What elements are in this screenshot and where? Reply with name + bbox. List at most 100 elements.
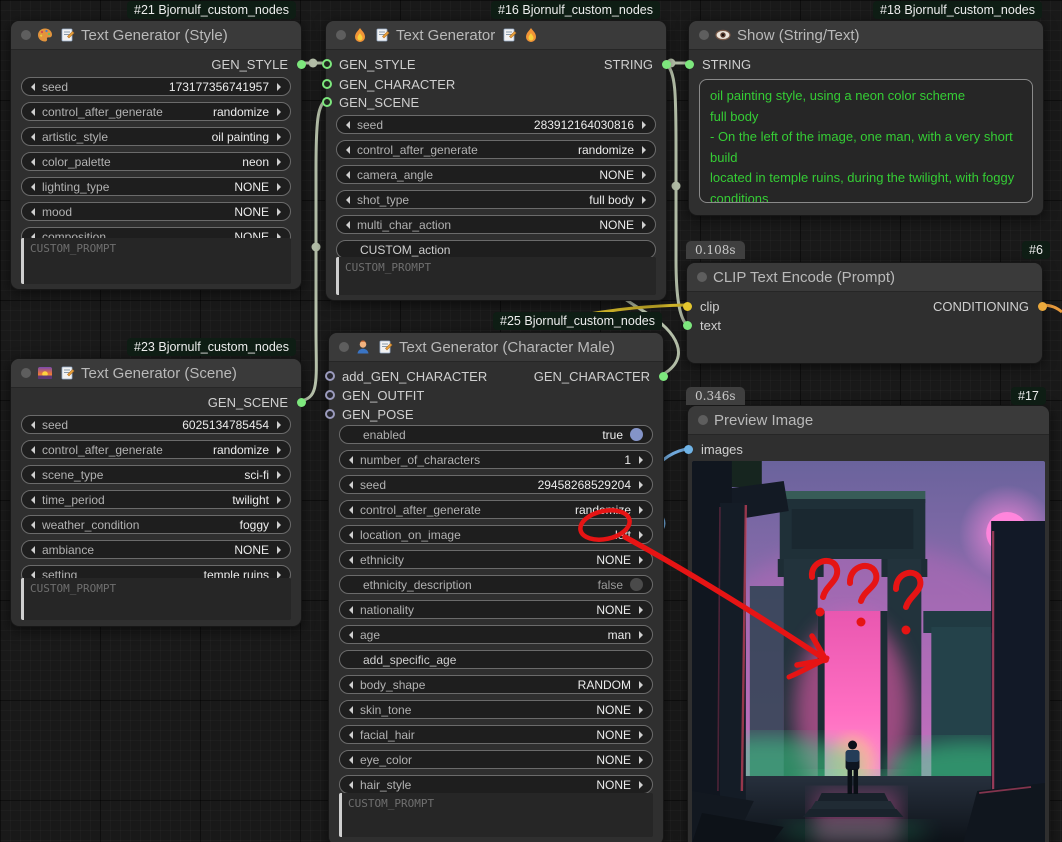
decrement-arrow-icon[interactable] bbox=[346, 121, 350, 129]
widget-multi-char-action[interactable]: multi_char_actionNONE bbox=[336, 215, 656, 234]
collapse-dot[interactable] bbox=[698, 415, 708, 425]
node-titlebar[interactable]: Text Generator (Character Male) bbox=[329, 333, 663, 362]
input-port-gen-scene[interactable] bbox=[322, 97, 332, 107]
increment-arrow-icon[interactable] bbox=[642, 121, 646, 129]
show-text-output[interactable]: oil painting style, using a neon color s… bbox=[699, 79, 1033, 203]
increment-arrow-icon[interactable] bbox=[277, 108, 281, 116]
decrement-arrow-icon[interactable] bbox=[349, 506, 353, 514]
toggle-off-icon[interactable] bbox=[630, 578, 643, 591]
node-titlebar[interactable]: Text Generator (Scene) bbox=[11, 359, 301, 388]
widget-hair-style[interactable]: hair_styleNONE bbox=[339, 775, 653, 794]
increment-arrow-icon[interactable] bbox=[277, 158, 281, 166]
widget-control-after-generate[interactable]: control_after_generaterandomize bbox=[336, 140, 656, 159]
decrement-arrow-icon[interactable] bbox=[349, 731, 353, 739]
widget-control-after-generate[interactable]: control_after_generaterandomize bbox=[21, 102, 291, 121]
widget-artistic-style[interactable]: artistic_styleoil painting bbox=[21, 127, 291, 146]
decrement-arrow-icon[interactable] bbox=[346, 196, 350, 204]
node-titlebar[interactable]: Preview Image bbox=[688, 406, 1049, 435]
widget-ethnicity-description[interactable]: ethnicity_descriptionfalse bbox=[339, 575, 653, 594]
node-titlebar[interactable]: Text Generator bbox=[326, 21, 666, 50]
decrement-arrow-icon[interactable] bbox=[346, 221, 350, 229]
output-port-gen-character[interactable] bbox=[659, 372, 668, 381]
collapse-dot[interactable] bbox=[21, 30, 31, 40]
decrement-arrow-icon[interactable] bbox=[31, 83, 35, 91]
input-port-clip[interactable] bbox=[683, 302, 692, 311]
preview-image[interactable] bbox=[692, 461, 1045, 842]
collapse-dot[interactable] bbox=[699, 30, 709, 40]
output-port-string[interactable] bbox=[662, 60, 671, 69]
widget-location-on-image[interactable]: location_on_imageleft bbox=[339, 525, 653, 544]
increment-arrow-icon[interactable] bbox=[639, 506, 643, 514]
increment-arrow-icon[interactable] bbox=[277, 496, 281, 504]
node-titlebar[interactable]: CLIP Text Encode (Prompt) bbox=[687, 263, 1042, 292]
decrement-arrow-icon[interactable] bbox=[346, 146, 350, 154]
widget-time-period[interactable]: time_periodtwilight bbox=[21, 490, 291, 509]
input-port-images[interactable] bbox=[684, 445, 693, 454]
widget-shot-type[interactable]: shot_typefull body bbox=[336, 190, 656, 209]
increment-arrow-icon[interactable] bbox=[639, 781, 643, 789]
widget-seed[interactable]: seed29458268529204 bbox=[339, 475, 653, 494]
decrement-arrow-icon[interactable] bbox=[31, 158, 35, 166]
decrement-arrow-icon[interactable] bbox=[349, 531, 353, 539]
decrement-arrow-icon[interactable] bbox=[31, 471, 35, 479]
increment-arrow-icon[interactable] bbox=[277, 421, 281, 429]
decrement-arrow-icon[interactable] bbox=[31, 546, 35, 554]
increment-arrow-icon[interactable] bbox=[277, 471, 281, 479]
widget-facial-hair[interactable]: facial_hairNONE bbox=[339, 725, 653, 744]
increment-arrow-icon[interactable] bbox=[277, 83, 281, 91]
increment-arrow-icon[interactable] bbox=[639, 606, 643, 614]
increment-arrow-icon[interactable] bbox=[277, 446, 281, 454]
increment-arrow-icon[interactable] bbox=[277, 546, 281, 554]
decrement-arrow-icon[interactable] bbox=[31, 208, 35, 216]
node-preview-image[interactable]: Preview Image images bbox=[687, 405, 1050, 842]
widget-mood[interactable]: moodNONE bbox=[21, 202, 291, 221]
widget-skin-tone[interactable]: skin_toneNONE bbox=[339, 700, 653, 719]
widget-seed[interactable]: seed6025134785454 bbox=[21, 415, 291, 434]
custom-prompt-textarea[interactable]: CUSTOM_PROMPT bbox=[339, 793, 653, 837]
widget-control-after-generate[interactable]: control_after_generaterandomize bbox=[21, 440, 291, 459]
node-show-string-text[interactable]: Show (String/Text) STRING oil painting s… bbox=[688, 20, 1044, 216]
increment-arrow-icon[interactable] bbox=[639, 731, 643, 739]
increment-arrow-icon[interactable] bbox=[642, 146, 646, 154]
input-port-gen-pose[interactable] bbox=[325, 409, 335, 419]
decrement-arrow-icon[interactable] bbox=[349, 781, 353, 789]
output-port-gen-scene[interactable] bbox=[297, 398, 306, 407]
decrement-arrow-icon[interactable] bbox=[349, 556, 353, 564]
widget-seed[interactable]: seed283912164030816 bbox=[336, 115, 656, 134]
input-port-gen-style[interactable] bbox=[322, 59, 332, 69]
widget-weather-condition[interactable]: weather_conditionfoggy bbox=[21, 515, 291, 534]
decrement-arrow-icon[interactable] bbox=[349, 481, 353, 489]
increment-arrow-icon[interactable] bbox=[277, 208, 281, 216]
decrement-arrow-icon[interactable] bbox=[31, 133, 35, 141]
collapse-dot[interactable] bbox=[21, 368, 31, 378]
widget-color-palette[interactable]: color_paletteneon bbox=[21, 152, 291, 171]
increment-arrow-icon[interactable] bbox=[642, 171, 646, 179]
collapse-dot[interactable] bbox=[697, 272, 707, 282]
increment-arrow-icon[interactable] bbox=[277, 133, 281, 141]
node-titlebar[interactable]: Text Generator (Style) bbox=[11, 21, 301, 50]
increment-arrow-icon[interactable] bbox=[642, 196, 646, 204]
increment-arrow-icon[interactable] bbox=[639, 706, 643, 714]
widget-lighting-type[interactable]: lighting_typeNONE bbox=[21, 177, 291, 196]
increment-arrow-icon[interactable] bbox=[639, 556, 643, 564]
node-text-generator-scene[interactable]: Text Generator (Scene) GEN_SCENE seed602… bbox=[10, 358, 302, 627]
decrement-arrow-icon[interactable] bbox=[349, 631, 353, 639]
increment-arrow-icon[interactable] bbox=[639, 481, 643, 489]
decrement-arrow-icon[interactable] bbox=[349, 706, 353, 714]
node-text-generator[interactable]: Text Generator GEN_STYLE STRING GEN_CHAR… bbox=[325, 20, 667, 301]
input-port-gen-outfit[interactable] bbox=[325, 390, 335, 400]
decrement-arrow-icon[interactable] bbox=[349, 606, 353, 614]
decrement-arrow-icon[interactable] bbox=[31, 446, 35, 454]
toggle-on-icon[interactable] bbox=[630, 428, 643, 441]
collapse-dot[interactable] bbox=[339, 342, 349, 352]
decrement-arrow-icon[interactable] bbox=[31, 108, 35, 116]
widget-nationality[interactable]: nationalityNONE bbox=[339, 600, 653, 619]
widget-eye-color[interactable]: eye_colorNONE bbox=[339, 750, 653, 769]
output-port-gen-style[interactable] bbox=[297, 60, 306, 69]
input-port-string[interactable] bbox=[685, 60, 694, 69]
increment-arrow-icon[interactable] bbox=[639, 531, 643, 539]
node-graph-canvas[interactable]: #21 Bjornulf_custom_nodes #16 Bjornulf_c… bbox=[0, 0, 1062, 842]
collapse-dot[interactable] bbox=[336, 30, 346, 40]
add-specific-age-button[interactable]: add_specific_age bbox=[339, 650, 653, 669]
widget-ambiance[interactable]: ambianceNONE bbox=[21, 540, 291, 559]
